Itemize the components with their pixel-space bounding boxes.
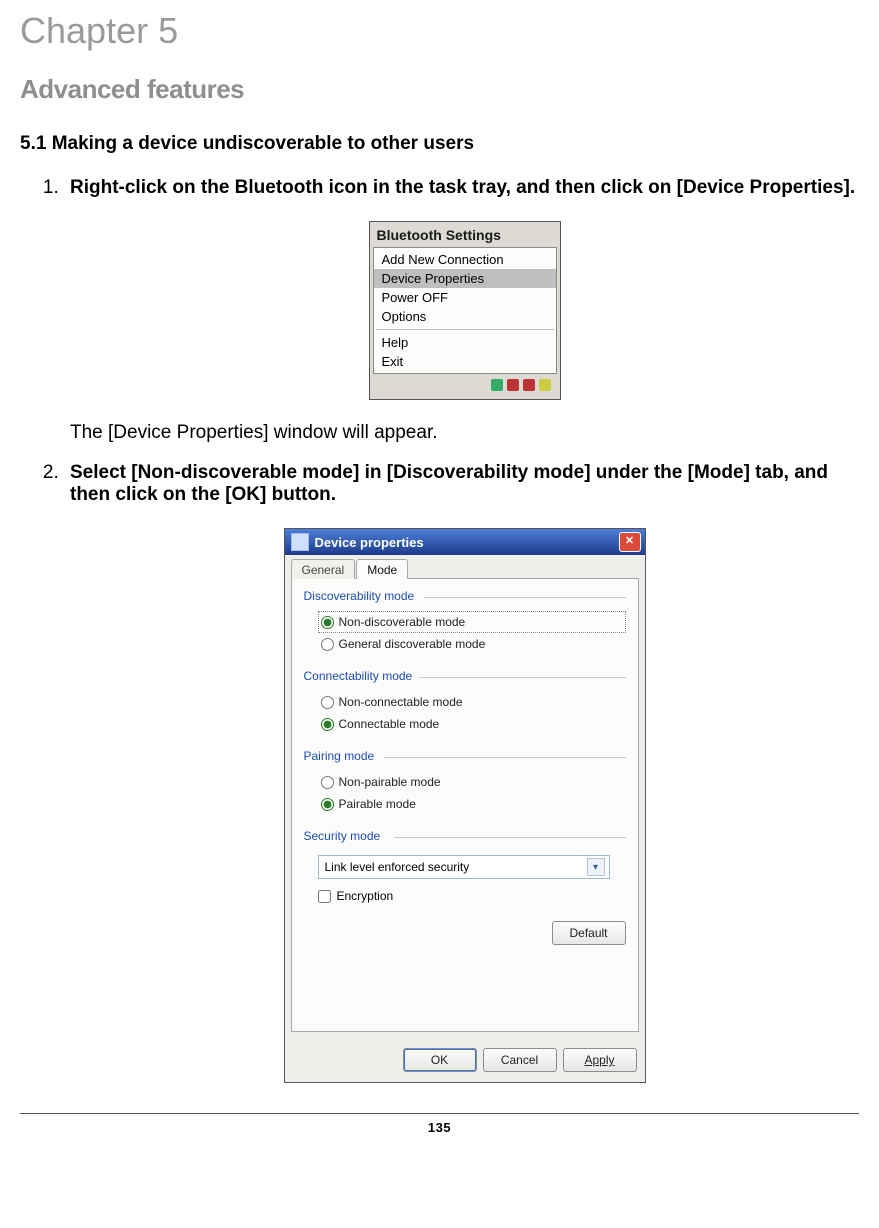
tab-mode[interactable]: Mode (356, 559, 408, 579)
step-1-result: The [Device Properties] window will appe… (70, 422, 859, 444)
ok-button[interactable]: OK (403, 1048, 477, 1072)
context-menu-item-help[interactable]: Help (374, 333, 556, 352)
context-menu-separator (376, 329, 554, 330)
dialog-titlebar: Device properties ✕ (285, 529, 645, 555)
context-menu-item-exit[interactable]: Exit (374, 352, 556, 371)
dialog-icon (291, 533, 309, 551)
figure-device-properties-dialog: Device properties ✕ General Mode (70, 528, 859, 1083)
apply-button[interactable]: Apply (563, 1048, 637, 1072)
radio-non-connectable[interactable]: Non-connectable mode (318, 691, 626, 713)
radio-input[interactable] (321, 616, 334, 629)
radio-label: Non-connectable mode (339, 695, 463, 709)
page-number: 135 (20, 1120, 859, 1135)
radio-input[interactable] (321, 638, 334, 651)
context-menu-item-options[interactable]: Options (374, 307, 556, 326)
close-icon[interactable]: ✕ (619, 532, 641, 552)
radio-connectable[interactable]: Connectable mode (318, 713, 626, 735)
radio-label: Pairable mode (339, 797, 416, 811)
tray-icon (523, 379, 535, 391)
dialog-title: Device properties (315, 535, 424, 550)
tab-panel-mode: Discoverability mode Non-discoverable mo… (291, 578, 639, 1032)
security-mode-select[interactable]: Link level enforced security ▾ (318, 855, 610, 879)
step-2: Select [Non-discoverable mode] in [Disco… (64, 462, 859, 1083)
step-1-instruction: Right-click on the Bluetooth icon in the… (70, 177, 855, 198)
task-tray (373, 374, 557, 396)
radio-non-discoverable[interactable]: Non-discoverable mode (318, 611, 626, 633)
step-2-instruction: Select [Non-discoverable mode] in [Disco… (70, 462, 828, 505)
radio-input[interactable] (321, 798, 334, 811)
subsection-heading: 5.1 Making a device undiscoverable to ot… (20, 133, 859, 155)
context-menu-item-add[interactable]: Add New Connection (374, 250, 556, 269)
radio-label: Non-discoverable mode (339, 615, 466, 629)
radio-input[interactable] (321, 718, 334, 731)
tray-icon (491, 379, 503, 391)
context-menu-item-power-off[interactable]: Power OFF (374, 288, 556, 307)
radio-input[interactable] (321, 696, 334, 709)
radio-label: General discoverable mode (339, 637, 486, 651)
group-connectability-title: Connectability mode (304, 669, 626, 685)
step-1: Right-click on the Bluetooth icon in the… (64, 177, 859, 444)
checkbox-label: Encryption (337, 889, 394, 903)
chevron-down-icon[interactable]: ▾ (587, 858, 605, 876)
group-security-title: Security mode (304, 829, 626, 845)
figure-context-menu: Bluetooth Settings Add New Connection De… (70, 221, 859, 400)
radio-general-discoverable[interactable]: General discoverable mode (318, 633, 626, 655)
group-discoverability-title: Discoverability mode (304, 589, 626, 605)
radio-pairable[interactable]: Pairable mode (318, 793, 626, 815)
chapter-title: Chapter 5 (20, 10, 859, 52)
radio-label: Non-pairable mode (339, 775, 441, 789)
encryption-checkbox[interactable]: Encryption (318, 879, 626, 903)
footer-separator (20, 1113, 859, 1114)
radio-input[interactable] (321, 776, 334, 789)
tray-icon (539, 379, 551, 391)
checkbox-input[interactable] (318, 890, 331, 903)
radio-non-pairable[interactable]: Non-pairable mode (318, 771, 626, 793)
group-pairing-title: Pairing mode (304, 749, 626, 765)
tab-general[interactable]: General (291, 559, 356, 579)
radio-label: Connectable mode (339, 717, 440, 731)
context-menu-title: Bluetooth Settings (373, 225, 557, 247)
tray-icon (507, 379, 519, 391)
cancel-button[interactable]: Cancel (483, 1048, 557, 1072)
section-title: Advanced features (20, 74, 859, 105)
context-menu: Add New Connection Device Properties Pow… (373, 247, 557, 374)
context-menu-item-device-properties[interactable]: Device Properties (374, 269, 556, 288)
select-value: Link level enforced security (325, 860, 470, 874)
default-button[interactable]: Default (552, 921, 626, 945)
